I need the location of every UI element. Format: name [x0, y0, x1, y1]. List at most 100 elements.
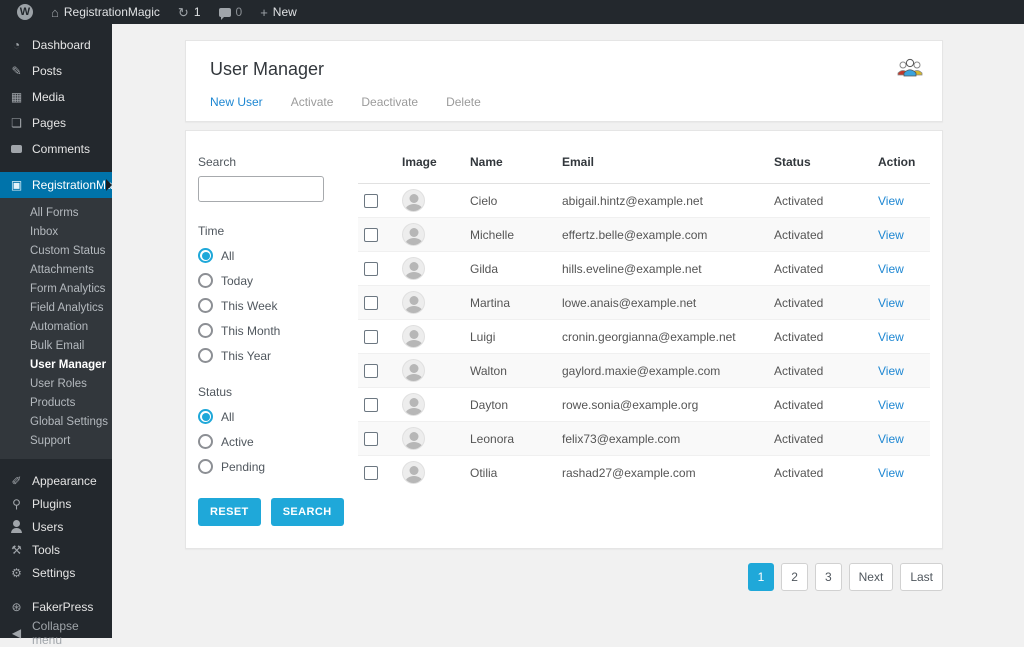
view-link[interactable]: View — [878, 364, 904, 378]
table-row: Otilia rashad27@example.com Activated Vi… — [358, 455, 930, 489]
submenu-item[interactable]: Attachments — [0, 261, 112, 280]
menu-separator — [0, 162, 112, 172]
sidebar-item[interactable]: ❏ Pages — [0, 110, 112, 136]
status-radio-option[interactable]: Pending — [198, 459, 336, 474]
sidebar-item[interactable]: ✎ Posts — [0, 58, 112, 84]
collapse-menu-label: Collapse menu — [32, 619, 79, 647]
sidebar-item[interactable]: Users — [0, 515, 112, 538]
sidebar-item[interactable]: ▦ Media — [0, 84, 112, 110]
user-name: Otilia — [464, 455, 556, 489]
row-checkbox[interactable] — [364, 329, 378, 344]
sidebar-item[interactable]: Comments — [0, 136, 112, 162]
radio-icon — [198, 434, 213, 449]
wordpress-menu[interactable]: W — [8, 0, 42, 24]
user-group-icon — [896, 57, 924, 84]
submenu-item[interactable]: All Forms — [0, 204, 112, 223]
user-status: Activated — [768, 421, 872, 456]
sidebar-item[interactable]: ⚲ Plugins — [0, 492, 112, 515]
row-checkbox[interactable] — [364, 431, 378, 446]
submenu-item[interactable]: Form Analytics — [0, 280, 112, 299]
row-checkbox[interactable] — [364, 397, 378, 412]
submenu-item[interactable]: User Manager — [0, 356, 112, 375]
table-row: Walton gaylord.maxie@example.com Activat… — [358, 353, 930, 388]
user-avatar — [402, 257, 425, 280]
submenu-item[interactable]: Global Settings — [0, 413, 112, 432]
user-name: Gilda — [464, 251, 556, 286]
view-link[interactable]: View — [878, 262, 904, 276]
view-link[interactable]: View — [878, 228, 904, 242]
select-column-header — [358, 143, 396, 184]
submenu-item[interactable]: Field Analytics — [0, 299, 112, 318]
comments-count: 0 — [235, 5, 243, 19]
table-row: Martina lowe.anais@example.net Activated… — [358, 285, 930, 320]
sidebar-item-registrationmagic[interactable]: ▣ RegistrationMagic — [0, 172, 128, 198]
row-checkbox[interactable] — [364, 465, 378, 480]
time-radio-option[interactable]: Today — [198, 273, 336, 288]
comments-link[interactable]: 0 — [210, 0, 252, 24]
pagination-button[interactable]: Next — [848, 563, 894, 591]
submenu-item[interactable]: User Roles — [0, 375, 112, 394]
row-checkbox[interactable] — [364, 193, 378, 208]
updates-count: 1 — [193, 5, 201, 19]
view-link[interactable]: View — [878, 432, 904, 446]
time-radio-option[interactable]: This Month — [198, 323, 336, 338]
collapse-menu-button[interactable]: ◀ Collapse menu — [0, 619, 112, 647]
submenu-item-label: Form Analytics — [30, 283, 106, 295]
column-header-image: Image — [396, 143, 464, 184]
column-header-name: Name — [464, 143, 556, 184]
pagination-button[interactable]: Last — [900, 563, 943, 591]
status-radio-option[interactable]: All — [198, 409, 336, 424]
sidebar-item[interactable]: ⚒ Tools — [0, 538, 112, 561]
search-button[interactable]: SEARCH — [270, 498, 344, 526]
time-radio-option[interactable]: All — [198, 248, 336, 263]
toolbar-action-link[interactable]: Delete — [446, 95, 481, 109]
sidebar-item[interactable]: ◔ Dashboard — [0, 32, 112, 58]
submenu-item[interactable]: Inbox — [0, 223, 112, 242]
site-name-link[interactable]: ⌂ RegistrationMagic — [42, 0, 169, 24]
view-link[interactable]: View — [878, 296, 904, 310]
sidebar-item[interactable]: ✐ Appearance — [0, 469, 112, 492]
registrationmagic-submenu: All Forms Inbox Custom Status Attachment… — [0, 198, 112, 459]
table-row: Gilda hills.eveline@example.net Activate… — [358, 251, 930, 286]
updates-link[interactable]: ↻ 1 — [169, 0, 210, 24]
submenu-item[interactable]: Bulk Email — [0, 337, 112, 356]
user-status: Activated — [774, 193, 824, 208]
sidebar-item-label: Media — [32, 90, 65, 104]
submenu-item[interactable]: Custom Status — [0, 242, 112, 261]
new-content-link[interactable]: + New — [251, 0, 306, 24]
home-icon: ⌂ — [51, 4, 59, 20]
view-link[interactable]: View — [878, 466, 904, 480]
pagination-button[interactable]: 3 — [814, 563, 842, 591]
view-link[interactable]: View — [878, 194, 904, 208]
reset-button[interactable]: RESET — [198, 498, 261, 526]
time-radio-option[interactable]: This Year — [198, 348, 336, 363]
time-radio-option[interactable]: This Week — [198, 298, 336, 313]
radio-option-label: This Week — [221, 298, 278, 313]
user-name: Leonora — [464, 421, 556, 456]
view-link[interactable]: View — [878, 330, 904, 344]
pagination-button[interactable]: 1 — [747, 563, 775, 591]
pagination-button[interactable]: 2 — [781, 563, 808, 591]
row-checkbox[interactable] — [364, 261, 378, 276]
toolbar-action-link[interactable]: Activate — [291, 95, 334, 109]
main-content: User Manager New User Activate Deactivat… — [112, 24, 1024, 638]
row-checkbox[interactable] — [364, 227, 378, 242]
radio-icon — [198, 348, 213, 363]
admin-bar: W ⌂ RegistrationMagic ↻ 1 0 + New — [0, 0, 1024, 24]
sidebar-item[interactable]: ⚙ Settings — [0, 561, 112, 584]
submenu-item[interactable]: Automation — [0, 318, 112, 337]
search-input[interactable] — [198, 176, 324, 202]
column-header-action: Action — [872, 143, 930, 184]
toolbar-action-link[interactable]: New User — [210, 95, 263, 109]
view-link[interactable]: View — [878, 398, 904, 412]
appearance-icon: ✐ — [11, 473, 22, 488]
user-email: hills.eveline@example.net — [556, 251, 768, 286]
toolbar-action-link[interactable]: Deactivate — [361, 95, 418, 109]
submenu-item[interactable]: Support — [0, 432, 112, 451]
submenu-item[interactable]: Products — [0, 394, 112, 413]
sidebar-item-fakerpress[interactable]: ⊛ FakerPress — [0, 594, 112, 620]
row-checkbox[interactable] — [364, 295, 378, 310]
site-name-label: RegistrationMagic — [63, 5, 160, 19]
status-radio-option[interactable]: Active — [198, 434, 336, 449]
row-checkbox[interactable] — [364, 363, 378, 378]
